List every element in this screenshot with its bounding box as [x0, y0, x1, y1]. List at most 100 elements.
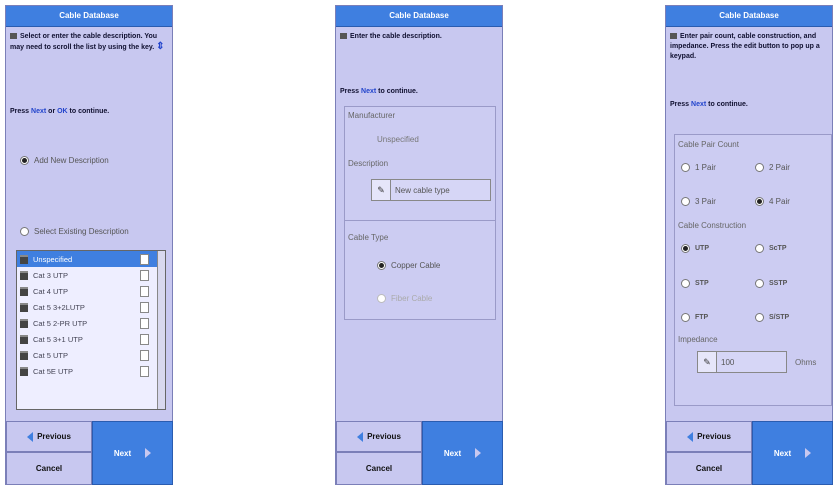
construction-stp-radio[interactable]: STP — [681, 279, 709, 288]
list-item-label: Cat 4 UTP — [33, 286, 69, 296]
edit-pencil-icon[interactable]: ✎ — [698, 352, 717, 372]
radio-dot — [20, 156, 29, 165]
previous-button[interactable]: Previous — [6, 421, 92, 452]
cable-type-group: Cable Type Copper Cable Fiber Cable — [344, 220, 496, 320]
select-existing-description-radio[interactable]: Select Existing Description — [20, 227, 129, 236]
arrow-right-icon — [145, 448, 152, 458]
description-label: Description — [348, 159, 389, 168]
document-icon[interactable] — [140, 317, 149, 329]
pair-2-radio[interactable]: 2 Pair — [755, 163, 790, 172]
edit-pencil-icon[interactable]: ✎ — [372, 180, 391, 200]
description-field[interactable]: ✎ New cable type — [371, 179, 491, 201]
list-item[interactable]: Cat 5 3+2LUTP — [17, 299, 165, 315]
list-item[interactable]: Cat 5 3+1 UTP — [17, 331, 165, 347]
cable-spool-icon — [20, 334, 28, 344]
pair-3-radio[interactable]: 3 Pair — [681, 197, 716, 206]
document-icon[interactable] — [140, 333, 149, 345]
construction-s-stp-radio[interactable]: S/STP — [755, 313, 789, 322]
impedance-label: Impedance — [678, 335, 718, 344]
list-item-label: Unspecified — [33, 254, 73, 264]
cable-spool-icon — [20, 350, 28, 360]
list-item[interactable]: Cat 5 UTP — [17, 347, 165, 363]
cable-spool-icon — [20, 254, 28, 264]
scroll-key-icon: ⇕ — [156, 41, 165, 52]
continue-hint: Press Next or OK to continue. — [10, 108, 110, 115]
radio-dot — [681, 197, 690, 206]
list-item-label: Cat 5 3+1 UTP — [33, 334, 83, 344]
panel-title: Cable Database — [6, 6, 172, 27]
next-button[interactable]: Next — [92, 421, 173, 485]
construction-utp-radio[interactable]: UTP — [681, 244, 709, 253]
list-item[interactable]: Cat 5E UTP — [17, 363, 165, 379]
previous-button[interactable]: Previous — [336, 421, 422, 452]
radio-dot — [681, 244, 690, 253]
add-new-description-radio[interactable]: Add New Description — [20, 156, 109, 165]
radio-dot — [755, 244, 764, 253]
construction-sctp-radio[interactable]: ScTP — [755, 244, 787, 253]
cable-description-list[interactable]: Unspecified Cat 3 UTP Cat 4 UTP Cat 5 3+2LU… — [16, 250, 166, 410]
cancel-button[interactable]: Cancel — [6, 452, 92, 485]
radio-dot — [755, 313, 764, 322]
instruction-text: Enter pair count, cable construction, an… — [670, 33, 820, 60]
radio-dot — [755, 279, 764, 288]
list-item[interactable]: Unspecified — [17, 251, 165, 267]
document-icon — [670, 33, 677, 40]
cable-properties-group: Cable Pair Count 1 Pair 2 Pair 3 Pair 4 … — [674, 134, 832, 406]
document-icon[interactable] — [140, 349, 149, 361]
panel-cable-properties: Cable Database Enter pair count, cable c… — [665, 5, 833, 485]
list-item-label: Cat 5 UTP — [33, 350, 69, 360]
cancel-button[interactable]: Cancel — [666, 452, 752, 485]
panel-enter-description: Cable Database Enter the cable descripti… — [335, 5, 503, 485]
document-icon[interactable] — [140, 301, 149, 313]
pair-count-label: Cable Pair Count — [678, 140, 739, 149]
panel-title: Cable Database — [336, 6, 502, 27]
arrow-right-icon — [475, 448, 482, 458]
cable-spool-icon — [20, 286, 28, 296]
construction-sstp-radio[interactable]: SSTP — [755, 279, 787, 288]
previous-button[interactable]: Previous — [666, 421, 752, 452]
cable-type-label: Cable Type — [348, 233, 389, 242]
construction-ftp-radio[interactable]: FTP — [681, 313, 708, 322]
continue-hint: Press Next to continue. — [340, 88, 418, 95]
document-icon[interactable] — [140, 253, 149, 265]
document-icon[interactable] — [140, 285, 149, 297]
manufacturer-value: Unspecified — [377, 135, 419, 144]
list-scrollbar[interactable] — [157, 251, 165, 409]
fiber-cable-radio[interactable]: Fiber Cable — [377, 294, 432, 303]
cable-spool-icon — [20, 270, 28, 280]
cable-spool-icon — [20, 366, 28, 376]
panel-select-description: Cable Database Select or enter the cable… — [5, 5, 173, 485]
list-item-label: Cat 5 2-PR UTP — [33, 318, 88, 328]
document-icon[interactable] — [140, 365, 149, 377]
list-items: Unspecified Cat 3 UTP Cat 4 UTP Cat 5 3+2LU… — [17, 251, 165, 379]
document-icon — [340, 33, 347, 40]
document-icon[interactable] — [140, 269, 149, 281]
radio-dot — [681, 163, 690, 172]
list-item[interactable]: Cat 5 2-PR UTP — [17, 315, 165, 331]
list-item-label: Cat 5E UTP — [33, 366, 74, 376]
cable-spool-icon — [20, 318, 28, 328]
list-item-label: Cat 5 3+2LUTP — [33, 302, 85, 312]
list-item[interactable]: Cat 4 UTP — [17, 283, 165, 299]
radio-dot — [755, 197, 764, 206]
pair-4-radio[interactable]: 4 Pair — [755, 197, 790, 206]
impedance-field[interactable]: ✎ 100 — [697, 351, 787, 373]
copper-cable-radio[interactable]: Copper Cable — [377, 261, 440, 270]
radio-dot — [681, 279, 690, 288]
document-icon — [10, 33, 17, 40]
list-item[interactable]: Cat 3 UTP — [17, 267, 165, 283]
radio-dot — [681, 313, 690, 322]
radio-dot — [377, 261, 386, 270]
continue-hint: Press Next to continue. — [670, 101, 748, 108]
radio-dot — [20, 227, 29, 236]
instruction-text: Select or enter the cable description. Y… — [10, 33, 165, 52]
next-button[interactable]: Next — [422, 421, 503, 485]
next-button[interactable]: Next — [752, 421, 833, 485]
cancel-button[interactable]: Cancel — [336, 452, 422, 485]
instruction-text: Enter the cable description. — [336, 27, 502, 42]
radio-dot — [755, 163, 764, 172]
list-item-label: Cat 3 UTP — [33, 270, 69, 280]
pair-1-radio[interactable]: 1 Pair — [681, 163, 716, 172]
impedance-unit: Ohms — [795, 358, 817, 367]
arrow-left-icon — [357, 431, 364, 442]
